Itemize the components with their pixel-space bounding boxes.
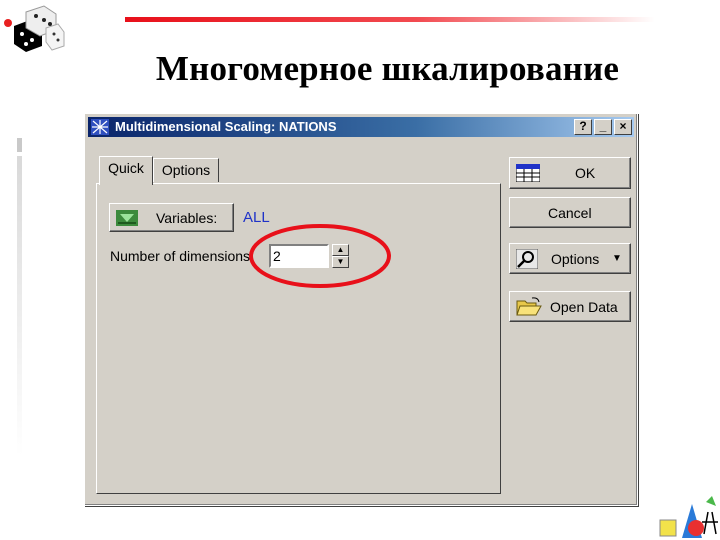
tab-label: Options	[161, 162, 211, 178]
close-button[interactable]: ×	[614, 119, 632, 135]
side-decor-bar	[17, 138, 22, 152]
highlight-ellipse	[249, 224, 391, 288]
window-title: Multidimensional Scaling: NATIONS	[115, 119, 337, 134]
multidimensional-scaling-dialog: Multidimensional Scaling: NATIONS ? _ × …	[84, 113, 638, 506]
ok-button[interactable]: OK	[509, 157, 631, 189]
variables-icon	[116, 210, 138, 226]
open-folder-icon	[516, 297, 542, 316]
dimensions-label: Number of dimensions:	[110, 248, 254, 264]
open-data-button[interactable]: Open Data	[509, 291, 631, 322]
minimize-button[interactable]: _	[594, 119, 612, 135]
geometric-shapes-icon	[659, 496, 718, 538]
slide-title: Многомерное шкалирование	[155, 49, 620, 88]
options-icon	[516, 249, 538, 269]
title-bar[interactable]: Multidimensional Scaling: NATIONS ? _ ×	[88, 117, 634, 137]
tab-options[interactable]: Options	[153, 158, 219, 182]
dropdown-arrow-icon: ▼	[612, 253, 622, 264]
tab-label: Quick	[108, 160, 144, 176]
ok-label: OK	[575, 165, 596, 181]
open-data-label: Open Data	[550, 298, 618, 315]
help-button[interactable]: ?	[574, 119, 592, 135]
variables-button[interactable]: Variables:	[109, 203, 234, 232]
options-label: Options	[551, 250, 600, 267]
accent-line	[125, 17, 655, 22]
cancel-button[interactable]: Cancel	[509, 197, 631, 228]
cancel-label: Cancel	[548, 204, 592, 221]
variables-label: Variables:	[156, 209, 218, 226]
tab-quick[interactable]: Quick	[99, 156, 153, 185]
table-icon	[516, 164, 540, 182]
options-button[interactable]: Options ▼	[509, 243, 631, 274]
app-icon	[91, 119, 109, 135]
side-decor-bar	[17, 156, 22, 456]
